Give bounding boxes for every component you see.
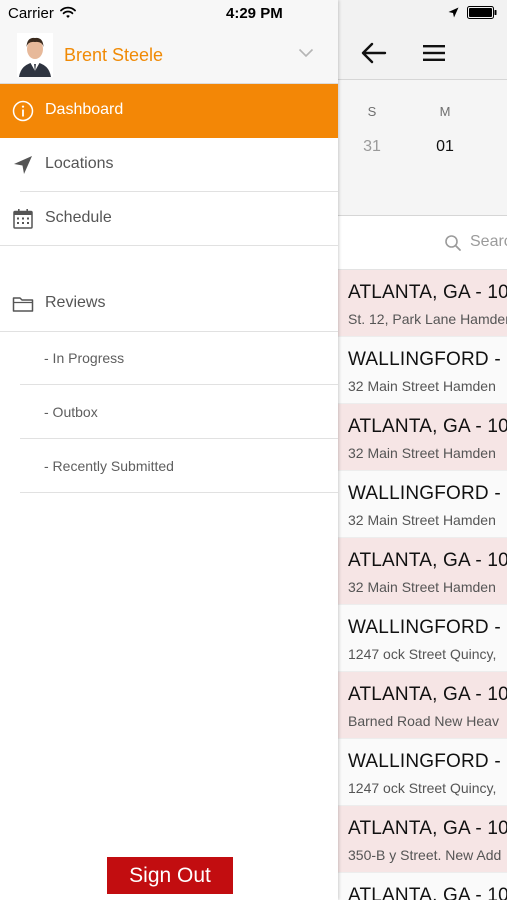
site-title: ATLANTA, GA - 10 <box>348 885 507 900</box>
site-address: 1247 ock Street Quincy, <box>348 780 497 796</box>
site-address: St. 12, Park Lane Hamden <box>348 311 507 327</box>
nav-subitem-recently-submitted[interactable]: - Recently Submitted <box>44 458 174 474</box>
site-address: 32 Main Street Hamden <box>348 445 496 461</box>
back-button[interactable] <box>359 38 389 68</box>
main-panel: S 31 M 01 Search ATLANTA, GA - 10 St. 12… <box>338 0 507 900</box>
nav-item-locations[interactable]: Locations <box>0 138 338 192</box>
site-title: ATLANTA, GA - 10 <box>348 416 507 437</box>
back-arrow-icon <box>361 42 387 64</box>
site-address: 1247 ock Street Quincy, <box>348 646 497 662</box>
nav-label: Locations <box>45 155 114 172</box>
chevron-down-icon[interactable] <box>298 48 314 58</box>
site-address: 32 Main Street Hamden <box>348 512 496 528</box>
site-list-item[interactable]: WALLINGFORD - 32 Main Street Hamden <box>338 471 507 538</box>
site-list-item[interactable]: ATLANTA, GA - 10 <box>338 873 507 900</box>
site-title: WALLINGFORD - <box>348 349 501 370</box>
user-name: Brent Steele <box>64 45 164 65</box>
status-time: 4:29 PM <box>226 5 283 22</box>
site-title: ATLANTA, GA - 10 <box>348 282 507 303</box>
sign-out-button[interactable]: Sign Out <box>107 857 233 894</box>
calendar-day-selected[interactable]: M 01 <box>425 104 465 156</box>
divider <box>0 245 338 246</box>
calendar-day[interactable]: S 31 <box>352 104 392 156</box>
divider <box>20 438 338 439</box>
user-profile-header[interactable]: Brent Steele <box>0 26 338 84</box>
site-list-item[interactable]: ATLANTA, GA - 10 32 Main Street Hamden <box>338 404 507 471</box>
site-list-item[interactable]: ATLANTA, GA - 10 32 Main Street Hamden <box>338 538 507 605</box>
divider <box>20 492 338 493</box>
status-bar-right <box>448 6 497 19</box>
site-list: ATLANTA, GA - 10 St. 12, Park Lane Hamde… <box>338 270 507 900</box>
calendar-icon <box>12 208 34 230</box>
nav-label: Dashboard <box>45 101 124 118</box>
search-icon <box>445 235 461 251</box>
site-list-item[interactable]: WALLINGFORD - 1247 ock Street Quincy, <box>338 605 507 672</box>
carrier-label: Carrier <box>8 5 54 22</box>
nav-item-dashboard[interactable]: Dashboard <box>0 84 338 138</box>
nav-subitem-in-progress[interactable]: - In Progress <box>44 350 124 366</box>
navigation-drawer: Carrier 4:29 PM Brent Steele Dashboard L… <box>0 0 338 900</box>
location-arrow-icon <box>448 7 459 18</box>
nav-label: Reviews <box>45 294 106 311</box>
avatar <box>17 33 53 77</box>
site-list-item[interactable]: WALLINGFORD - 32 Main Street Hamden <box>338 337 507 404</box>
search-placeholder: Search <box>470 233 507 250</box>
site-title: ATLANTA, GA - 10 <box>348 684 507 705</box>
nav-subitem-outbox[interactable]: - Outbox <box>44 404 98 420</box>
calendar-date: 31 <box>363 138 381 155</box>
site-title: WALLINGFORD - <box>348 751 501 772</box>
nav-item-reviews[interactable]: Reviews <box>0 277 338 331</box>
menu-button[interactable] <box>419 38 449 68</box>
app-screen: S 31 M 01 Search ATLANTA, GA - 10 St. 12… <box>0 0 507 900</box>
site-list-item[interactable]: WALLINGFORD - 1247 ock Street Quincy, <box>338 739 507 806</box>
site-address: 350-B y Street. New Add <box>348 847 502 863</box>
site-list-item[interactable]: ATLANTA, GA - 10 St. 12, Park Lane Hamde… <box>338 270 507 337</box>
site-title: ATLANTA, GA - 10 <box>348 550 507 571</box>
divider <box>20 384 338 385</box>
site-list-item[interactable]: ATLANTA, GA - 10 350-B y Street. New Add <box>338 806 507 873</box>
site-list-item[interactable]: ATLANTA, GA - 10 Barned Road New Heav <box>338 672 507 739</box>
site-title: WALLINGFORD - <box>348 483 501 504</box>
site-title: ATLANTA, GA - 10 <box>348 818 507 839</box>
calendar-day-of-week: M <box>439 104 451 119</box>
site-title: WALLINGFORD - <box>348 617 501 638</box>
nav-label: Schedule <box>45 209 112 226</box>
battery-icon <box>467 6 497 19</box>
info-circle-icon <box>12 100 34 122</box>
search-bar[interactable]: Search <box>338 216 507 270</box>
status-bar: Carrier 4:29 PM <box>0 0 338 26</box>
navigation-arrow-icon <box>12 154 34 176</box>
site-address: 32 Main Street Hamden <box>348 378 496 394</box>
wifi-icon <box>60 6 76 18</box>
divider <box>0 331 338 332</box>
folder-icon <box>12 293 34 315</box>
hamburger-menu-icon <box>423 45 445 61</box>
nav-item-schedule[interactable]: Schedule <box>0 192 338 246</box>
main-toolbar <box>338 26 507 80</box>
site-address: 32 Main Street Hamden <box>348 579 496 595</box>
calendar-day-of-week: S <box>367 104 377 119</box>
calendar-week-strip: S 31 M 01 <box>338 80 507 216</box>
site-address: Barned Road New Heav <box>348 713 499 729</box>
calendar-date: 01 <box>436 138 454 155</box>
